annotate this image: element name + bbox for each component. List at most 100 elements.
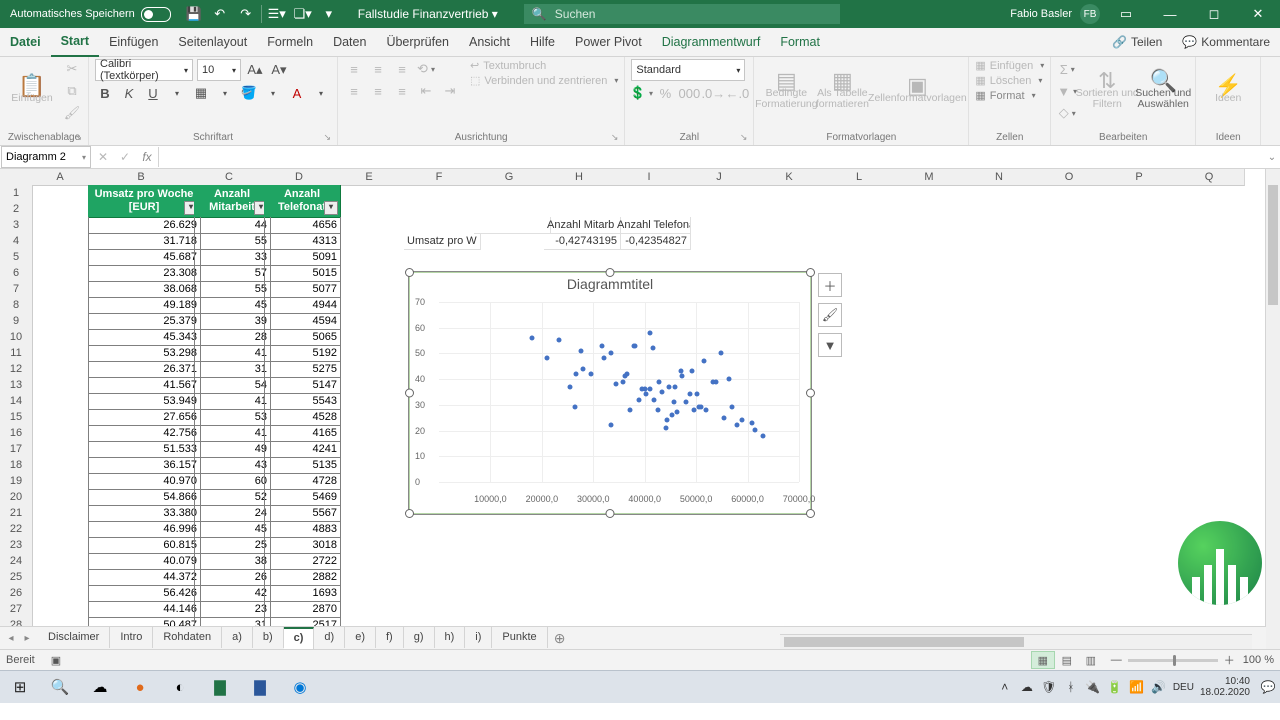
- data-point[interactable]: [659, 389, 664, 394]
- close-icon[interactable]: ✕: [1236, 0, 1280, 28]
- cell-C21[interactable]: 24: [194, 505, 271, 522]
- view-pagebreak-icon[interactable]: ▥: [1079, 651, 1103, 669]
- cell-D8[interactable]: 4944: [264, 297, 341, 314]
- cell-D27[interactable]: 2870: [264, 601, 341, 618]
- row-header-13[interactable]: 13: [0, 377, 33, 394]
- inc-decimal-icon[interactable]: .0→: [703, 83, 723, 103]
- tray-battery-icon[interactable]: 🔋: [1107, 680, 1123, 694]
- borders-dd-icon[interactable]: ▾: [215, 83, 235, 103]
- data-point[interactable]: [581, 366, 586, 371]
- cell-D1[interactable]: AnzahlTelefonat▾: [264, 185, 341, 218]
- cell-D3[interactable]: 4656: [264, 217, 341, 234]
- row-header-27[interactable]: 27: [0, 601, 33, 618]
- data-point[interactable]: [753, 428, 758, 433]
- thousands-icon[interactable]: 000: [679, 83, 699, 103]
- cell-D10[interactable]: 5065: [264, 329, 341, 346]
- row-header-22[interactable]: 22: [0, 521, 33, 538]
- data-point[interactable]: [719, 351, 724, 356]
- row-header-23[interactable]: 23: [0, 537, 33, 554]
- row-header-20[interactable]: 20: [0, 489, 33, 506]
- cell-B15[interactable]: 27.656: [88, 409, 201, 426]
- cell-B5[interactable]: 45.687: [88, 249, 201, 266]
- col-header-M[interactable]: M: [894, 169, 965, 186]
- row-header-21[interactable]: 21: [0, 505, 33, 522]
- col-header-P[interactable]: P: [1104, 169, 1175, 186]
- taskbar-excel-icon[interactable]: ▇: [200, 671, 240, 703]
- cell-B23[interactable]: 60.815: [88, 537, 201, 554]
- data-point[interactable]: [665, 418, 670, 423]
- cell-C17[interactable]: 49: [194, 441, 271, 458]
- cell-B25[interactable]: 44.372: [88, 569, 201, 586]
- align-bottom-icon[interactable]: ≡: [392, 59, 412, 79]
- col-header-J[interactable]: J: [684, 169, 755, 186]
- cell-D4[interactable]: 4313: [264, 233, 341, 250]
- data-point[interactable]: [608, 423, 613, 428]
- cell-C3[interactable]: 44: [194, 217, 271, 234]
- cell-D9[interactable]: 4594: [264, 313, 341, 330]
- dialog-launcher-icon[interactable]: ↘: [611, 132, 619, 143]
- tray-notifications-icon[interactable]: 💬: [1260, 680, 1276, 694]
- tray-onedrive-icon[interactable]: ☁: [1019, 680, 1035, 694]
- cell-D22[interactable]: 4883: [264, 521, 341, 538]
- tab-view[interactable]: Ansicht: [459, 28, 520, 56]
- taskbar-app-1[interactable]: ☁: [80, 671, 120, 703]
- col-header-G[interactable]: G: [474, 169, 545, 186]
- plot-area[interactable]: [439, 302, 799, 482]
- cell-D16[interactable]: 4165: [264, 425, 341, 442]
- data-point[interactable]: [556, 338, 561, 343]
- minimize-icon[interactable]: —: [1148, 0, 1192, 28]
- share-button[interactable]: 🔗Teilen: [1102, 35, 1172, 49]
- zoom-in-icon[interactable]: ＋: [1224, 652, 1235, 668]
- data-point[interactable]: [761, 433, 766, 438]
- autosave-switch-icon[interactable]: [141, 7, 171, 22]
- cell-C6[interactable]: 57: [194, 265, 271, 282]
- cell-styles-button[interactable]: ▣Zellenformatvorlagen: [872, 59, 962, 125]
- italic-button[interactable]: K: [119, 83, 139, 103]
- row-header-10[interactable]: 10: [0, 329, 33, 346]
- data-point[interactable]: [727, 377, 732, 382]
- qat-customize-icon[interactable]: ▾: [316, 0, 342, 28]
- cell-D17[interactable]: 4241: [264, 441, 341, 458]
- cell-C8[interactable]: 45: [194, 297, 271, 314]
- cell-D21[interactable]: 5567: [264, 505, 341, 522]
- chart-styles-button[interactable]: 🖌: [818, 303, 842, 327]
- data-point[interactable]: [656, 379, 661, 384]
- cell-D11[interactable]: 5192: [264, 345, 341, 362]
- data-point[interactable]: [601, 356, 606, 361]
- delete-cells-button[interactable]: ▦Löschen: [975, 74, 1044, 87]
- worksheet-grid[interactable]: ABCDEFGHIJKLMNOPQ 1234567891011121314151…: [0, 169, 1280, 649]
- format-as-table-button[interactable]: ▦Als Tabelle formatieren: [816, 59, 868, 125]
- sheet-tab-disclaimer[interactable]: Disclaimer: [38, 627, 110, 648]
- format-cells-button[interactable]: ▦Format: [975, 89, 1044, 102]
- formula-input[interactable]: [158, 147, 1264, 167]
- col-header-B[interactable]: B: [88, 169, 195, 186]
- dialog-launcher-icon[interactable]: ↘: [740, 132, 748, 143]
- cell-D23[interactable]: 3018: [264, 537, 341, 554]
- data-point[interactable]: [664, 425, 669, 430]
- tab-review[interactable]: Überprüfen: [376, 28, 459, 56]
- cell-C27[interactable]: 23: [194, 601, 271, 618]
- data-point[interactable]: [671, 400, 676, 405]
- search-box[interactable]: 🔍 Suchen: [524, 4, 840, 24]
- data-point[interactable]: [667, 384, 672, 389]
- cell-C14[interactable]: 41: [194, 393, 271, 410]
- row-header-17[interactable]: 17: [0, 441, 33, 458]
- cell-C18[interactable]: 43: [194, 457, 271, 474]
- tray-clock[interactable]: 10:40 18.02.2020: [1200, 676, 1254, 698]
- data-point[interactable]: [689, 369, 694, 374]
- data-point[interactable]: [600, 343, 605, 348]
- data-point[interactable]: [673, 384, 678, 389]
- resize-handle-e[interactable]: [806, 389, 815, 398]
- sort-filter-button[interactable]: ⇅Sortieren und Filtern: [1081, 59, 1133, 125]
- col-header-L[interactable]: L: [824, 169, 895, 186]
- row-header-5[interactable]: 5: [0, 249, 33, 266]
- sheet-tab-a[interactable]: a): [222, 627, 253, 648]
- cell-D20[interactable]: 5469: [264, 489, 341, 506]
- col-header-O[interactable]: O: [1034, 169, 1105, 186]
- cell-B20[interactable]: 54.866: [88, 489, 201, 506]
- zoom-level[interactable]: 100 %: [1243, 654, 1274, 666]
- cell-C15[interactable]: 53: [194, 409, 271, 426]
- cell-B22[interactable]: 46.996: [88, 521, 201, 538]
- copy-icon[interactable]: ⧉: [62, 81, 82, 101]
- row-header-3[interactable]: 3: [0, 217, 33, 234]
